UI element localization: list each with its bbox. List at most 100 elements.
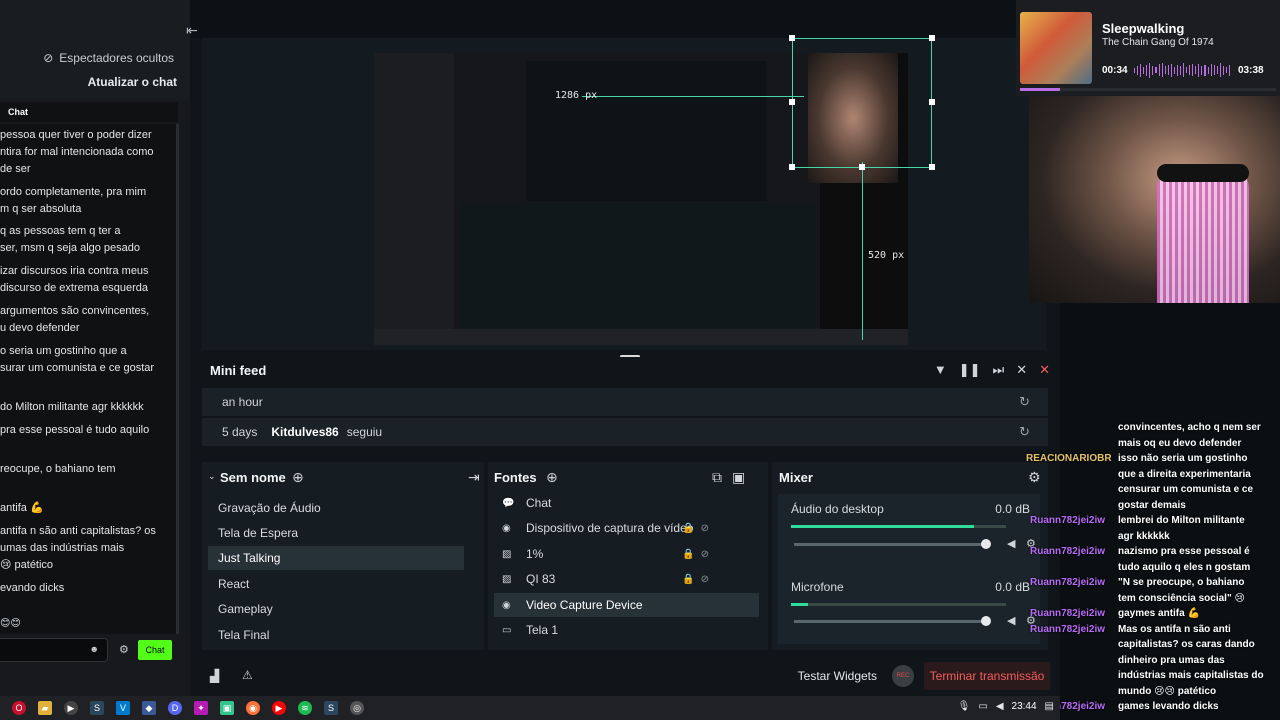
mute-alerts-icon[interactable]: ✕ (1016, 362, 1027, 378)
scene-item[interactable]: Gravação de Áudio (208, 496, 464, 520)
alert-icon[interactable]: ⚠ (242, 668, 253, 682)
lock-visibility-icons[interactable]: 🔒⊘ (682, 549, 715, 560)
volume-slider[interactable] (794, 616, 991, 626)
steam-icon[interactable]: S (90, 701, 104, 715)
filter-icon[interactable]: ▼ (934, 362, 947, 378)
resize-handle[interactable] (789, 164, 795, 170)
emoji-icon[interactable]: ☻ (90, 644, 99, 654)
resize-handle[interactable] (929, 35, 935, 41)
source-item-active[interactable]: ◉ Video Capture Device (494, 593, 759, 617)
overlay-chat-text: "N se preocupe, o bahiano (1118, 577, 1245, 588)
chat-line: do Milton militante agr kkkkkk (0, 401, 144, 413)
resize-handle[interactable] (789, 99, 795, 105)
steam-icon[interactable]: S (324, 701, 338, 715)
scene-item-active[interactable]: Just Talking (208, 546, 464, 570)
overlay-chat-text: capitalistas? os caras dando (1118, 639, 1255, 650)
spotify-icon[interactable]: ≋ (298, 701, 312, 715)
clock[interactable]: 23:44 (1012, 701, 1037, 712)
resize-handle[interactable] (859, 164, 865, 170)
opera-icon[interactable]: O (12, 701, 26, 715)
resize-handle[interactable] (929, 99, 935, 105)
app-icon[interactable]: ◆ (142, 701, 156, 715)
chat-line: 😢 patético (0, 559, 54, 571)
waveform-bar (1170, 63, 1172, 77)
overlay-chat-text: convincentes, acho q nem ser (1118, 422, 1261, 433)
volume-slider-knob[interactable] (981, 616, 991, 626)
chat-scrollbar[interactable] (176, 124, 179, 634)
scene-item[interactable]: Tela de Espera (208, 521, 464, 545)
overlay-chat-username: Ruann782jei2iw (1030, 577, 1106, 588)
overlay-chat: convincentes, acho q nem ser mais oq eu d… (1024, 420, 1280, 720)
preview-area[interactable]: 1286 px 520 px (202, 35, 1046, 350)
resize-handle[interactable] (789, 35, 795, 41)
feed-row: 5 days Kitdulves86 seguiu ↻ (202, 418, 1048, 446)
chat-settings-icon[interactable]: ⚙ (119, 643, 129, 656)
selection-box[interactable] (792, 38, 932, 168)
streamlabs-icon[interactable]: ▣ (220, 701, 234, 715)
chat-input[interactable]: ☻ (0, 638, 108, 662)
source-group-icon[interactable]: ⧉ (712, 469, 722, 486)
hidden-viewers-toggle[interactable]: ⊘ Espectadores ocultos (43, 51, 174, 65)
lock-visibility-icons[interactable]: 🔒⊘ (682, 574, 715, 585)
youtube-icon[interactable]: ▶ (272, 701, 286, 715)
chat-line: o seria um gostinho que a (0, 345, 127, 357)
folder-icon[interactable]: ▣ (732, 469, 745, 486)
source-item[interactable]: ◉ Dispositivo de captura de vídeo 🔒⊘ (494, 516, 759, 540)
discord-icon[interactable]: D (168, 701, 182, 715)
scene-item[interactable]: Tela Final (208, 623, 464, 647)
volume-slider[interactable] (794, 539, 991, 549)
chat-line: evando dicks (0, 582, 65, 594)
scene-transition-icon[interactable]: ⇥ (468, 469, 480, 486)
media-player-icon[interactable]: ▶ (64, 701, 78, 715)
audio-meter-fill (791, 525, 974, 528)
obs-icon[interactable]: ◎ (350, 701, 364, 715)
overlay-chat-text: indústrias mais capitalistas do (1118, 670, 1264, 681)
chat-header: Chat (0, 102, 178, 122)
system-tray: 🎙 ▭ ◀ 23:44 ▤ (958, 701, 1054, 712)
chevron-down-icon[interactable]: ⌄ (208, 471, 216, 482)
volume-slider-knob[interactable] (981, 539, 991, 549)
test-widgets-button[interactable]: Testar Widgets (798, 669, 877, 683)
skip-icon[interactable]: ⏭ (992, 362, 1004, 378)
sources-dock: Fontes ⊕ ⧉ ▣ 💬 Chat ◉ Dispositivo de cap… (488, 462, 768, 650)
source-label: 1% (526, 547, 544, 561)
overlay-chat-username: Ruann782jei2iw (1030, 608, 1106, 619)
refresh-chat-button[interactable]: Atualizar o chat (88, 75, 177, 89)
mini-feed-title: Mini feed (210, 363, 267, 378)
speaker-icon[interactable]: ◀ (1007, 537, 1015, 550)
chat-send-button[interactable]: Chat (138, 640, 172, 660)
add-source-icon[interactable]: ⊕ (546, 469, 558, 486)
firefox-icon[interactable]: ◉ (246, 701, 260, 715)
waveform-bar (1228, 64, 1230, 76)
source-item[interactable]: ▨ 1% 🔒⊘ (494, 542, 759, 566)
notifications-icon[interactable]: ▤ (1045, 701, 1054, 712)
overlay-chat-text: que a direita experimentaria (1118, 468, 1251, 480)
collapse-left-icon[interactable]: ⇤ (186, 22, 198, 39)
record-button[interactable]: REC (892, 665, 914, 687)
folder-icon[interactable]: ▰ (38, 701, 52, 715)
scene-item[interactable]: Gameplay (208, 597, 464, 621)
volume-icon[interactable]: ◀ (996, 701, 1004, 712)
microphone-visual (1157, 168, 1249, 303)
network-icon[interactable]: ▭ (978, 701, 987, 712)
scene-item[interactable]: React (208, 572, 464, 596)
stats-icon[interactable]: ▟ (210, 669, 219, 683)
resize-handle[interactable] (929, 164, 935, 170)
add-scene-icon[interactable]: ⊕ (292, 469, 304, 486)
replay-icon[interactable]: ↻ (1019, 394, 1030, 410)
video-editor-icon[interactable]: ✦ (194, 701, 208, 715)
microphone-icon[interactable]: 🎙 (958, 701, 971, 712)
vscode-icon[interactable]: V (116, 701, 130, 715)
waveform-bar (1149, 62, 1151, 78)
lock-visibility-icons[interactable]: 🔒⊘ (682, 523, 715, 534)
source-label: Dispositivo de captura de vídeo (526, 521, 694, 535)
source-item[interactable]: ▭ Tela 1 (494, 618, 759, 642)
speaker-icon[interactable]: ◀ (1007, 614, 1015, 627)
waveform-bar (1213, 65, 1215, 75)
source-item[interactable]: 💬 Chat (494, 491, 759, 515)
waveform-bar (1134, 67, 1136, 73)
mute-sound-icon[interactable]: ✕ (1039, 362, 1050, 378)
waveform-bar (1155, 67, 1157, 73)
pause-icon[interactable]: ❚❚ (959, 362, 981, 378)
source-item[interactable]: ▨ QI 83 🔒⊘ (494, 567, 759, 591)
